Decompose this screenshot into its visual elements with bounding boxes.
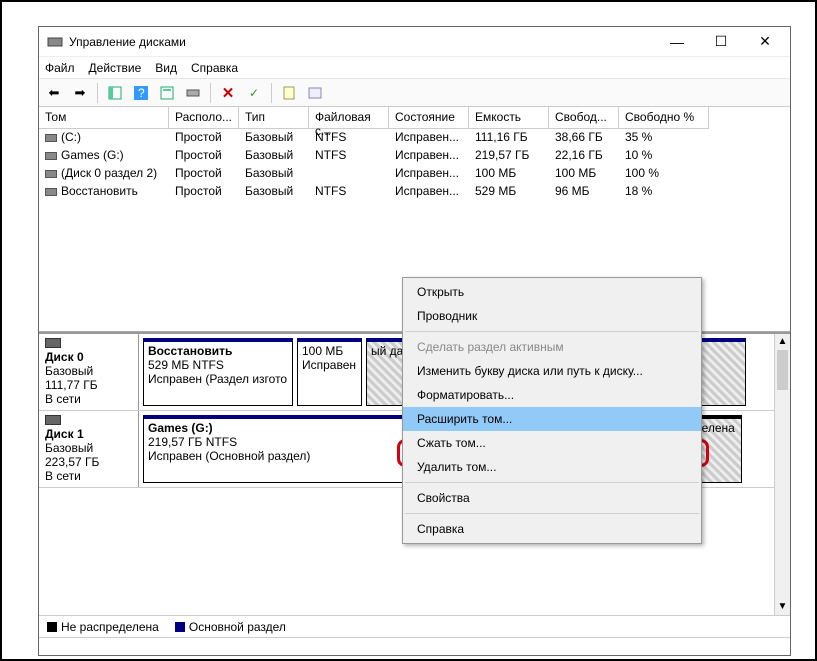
col-layout[interactable]: Располо... xyxy=(169,107,239,129)
ctx-properties[interactable]: Свойства xyxy=(403,486,701,510)
partition[interactable]: 100 МБИсправен xyxy=(297,338,362,406)
back-button[interactable]: ⬅ xyxy=(43,82,65,104)
menu-file[interactable]: Файл xyxy=(45,61,75,75)
minimize-button[interactable]: — xyxy=(664,32,690,52)
legend-primary: Основной раздел xyxy=(175,620,286,634)
ctx-delete-volume[interactable]: Удалить том... xyxy=(403,455,701,479)
forward-button[interactable]: ➡ xyxy=(69,82,91,104)
disk-info: Диск 0Базовый111,77 ГБВ сети xyxy=(39,334,139,410)
ctx-format[interactable]: Форматировать... xyxy=(403,383,701,407)
ctx-change-letter[interactable]: Изменить букву диска или путь к диску... xyxy=(403,359,701,383)
ctx-shrink-volume[interactable]: Сжать том... xyxy=(403,431,701,455)
ctx-open[interactable]: Открыть xyxy=(403,280,701,304)
legend-unallocated: Не распределена xyxy=(47,620,159,634)
ctx-help[interactable]: Справка xyxy=(403,517,701,541)
menu-help[interactable]: Справка xyxy=(191,61,238,75)
statusbar xyxy=(39,637,790,655)
app-icon xyxy=(47,34,63,50)
drive-icon[interactable] xyxy=(182,82,204,104)
properties-icon[interactable] xyxy=(304,82,326,104)
maximize-button[interactable]: ☐ xyxy=(708,32,734,52)
menu-view[interactable]: Вид xyxy=(155,61,177,75)
volume-row[interactable]: ВосстановитьПростойБазовыйNTFSИсправен..… xyxy=(39,183,790,201)
col-capacity[interactable]: Емкость xyxy=(469,107,549,129)
svg-text:?: ? xyxy=(138,86,145,100)
col-free[interactable]: Свобод... xyxy=(549,107,619,129)
window-title: Управление дисками xyxy=(69,35,664,49)
volume-row[interactable]: (Диск 0 раздел 2)ПростойБазовыйИсправен.… xyxy=(39,165,790,183)
partition[interactable]: Восстановить529 МБ NTFSИсправен (Раздел … xyxy=(143,338,293,406)
col-type[interactable]: Тип xyxy=(239,107,309,129)
volume-row[interactable]: (C:)ПростойБазовыйNTFSИсправен...111,16 … xyxy=(39,129,790,147)
show-hide-tree-icon[interactable] xyxy=(104,82,126,104)
check-icon[interactable]: ✓ xyxy=(243,82,265,104)
context-menu: Открыть Проводник Сделать раздел активны… xyxy=(402,277,702,544)
ctx-make-active: Сделать раздел активным xyxy=(403,335,701,359)
scroll-up-icon[interactable]: ▲ xyxy=(775,334,790,350)
scroll-down-icon[interactable]: ▼ xyxy=(775,599,790,615)
window-buttons: — ☐ ✕ xyxy=(664,32,778,52)
volume-list-header: Том Располо... Тип Файловая с... Состоян… xyxy=(39,107,790,129)
disk-info: Диск 1Базовый223,57 ГБВ сети xyxy=(39,411,139,487)
help-icon[interactable]: ? xyxy=(130,82,152,104)
menu-action[interactable]: Действие xyxy=(89,61,142,75)
volume-row[interactable]: Games (G:)ПростойБазовыйNTFSИсправен...2… xyxy=(39,147,790,165)
col-status[interactable]: Состояние xyxy=(389,107,469,129)
settings-icon[interactable] xyxy=(156,82,178,104)
legend: Не распределена Основной раздел xyxy=(39,615,790,637)
col-fs[interactable]: Файловая с... xyxy=(309,107,389,129)
delete-icon[interactable]: ✕ xyxy=(217,82,239,104)
ctx-extend-volume[interactable]: Расширить том... xyxy=(403,407,701,431)
scroll-thumb[interactable] xyxy=(777,350,788,390)
col-volume[interactable]: Том xyxy=(39,107,169,129)
titlebar: Управление дисками — ☐ ✕ xyxy=(39,27,790,57)
menubar: Файл Действие Вид Справка xyxy=(39,57,790,79)
col-free-pct[interactable]: Свободно % xyxy=(619,107,709,129)
ctx-explorer[interactable]: Проводник xyxy=(403,304,701,328)
close-button[interactable]: ✕ xyxy=(752,32,778,52)
vertical-scrollbar[interactable]: ▲ ▼ xyxy=(774,334,790,615)
toolbar: ⬅ ➡ ? ✕ ✓ xyxy=(39,79,790,107)
new-icon[interactable] xyxy=(278,82,300,104)
